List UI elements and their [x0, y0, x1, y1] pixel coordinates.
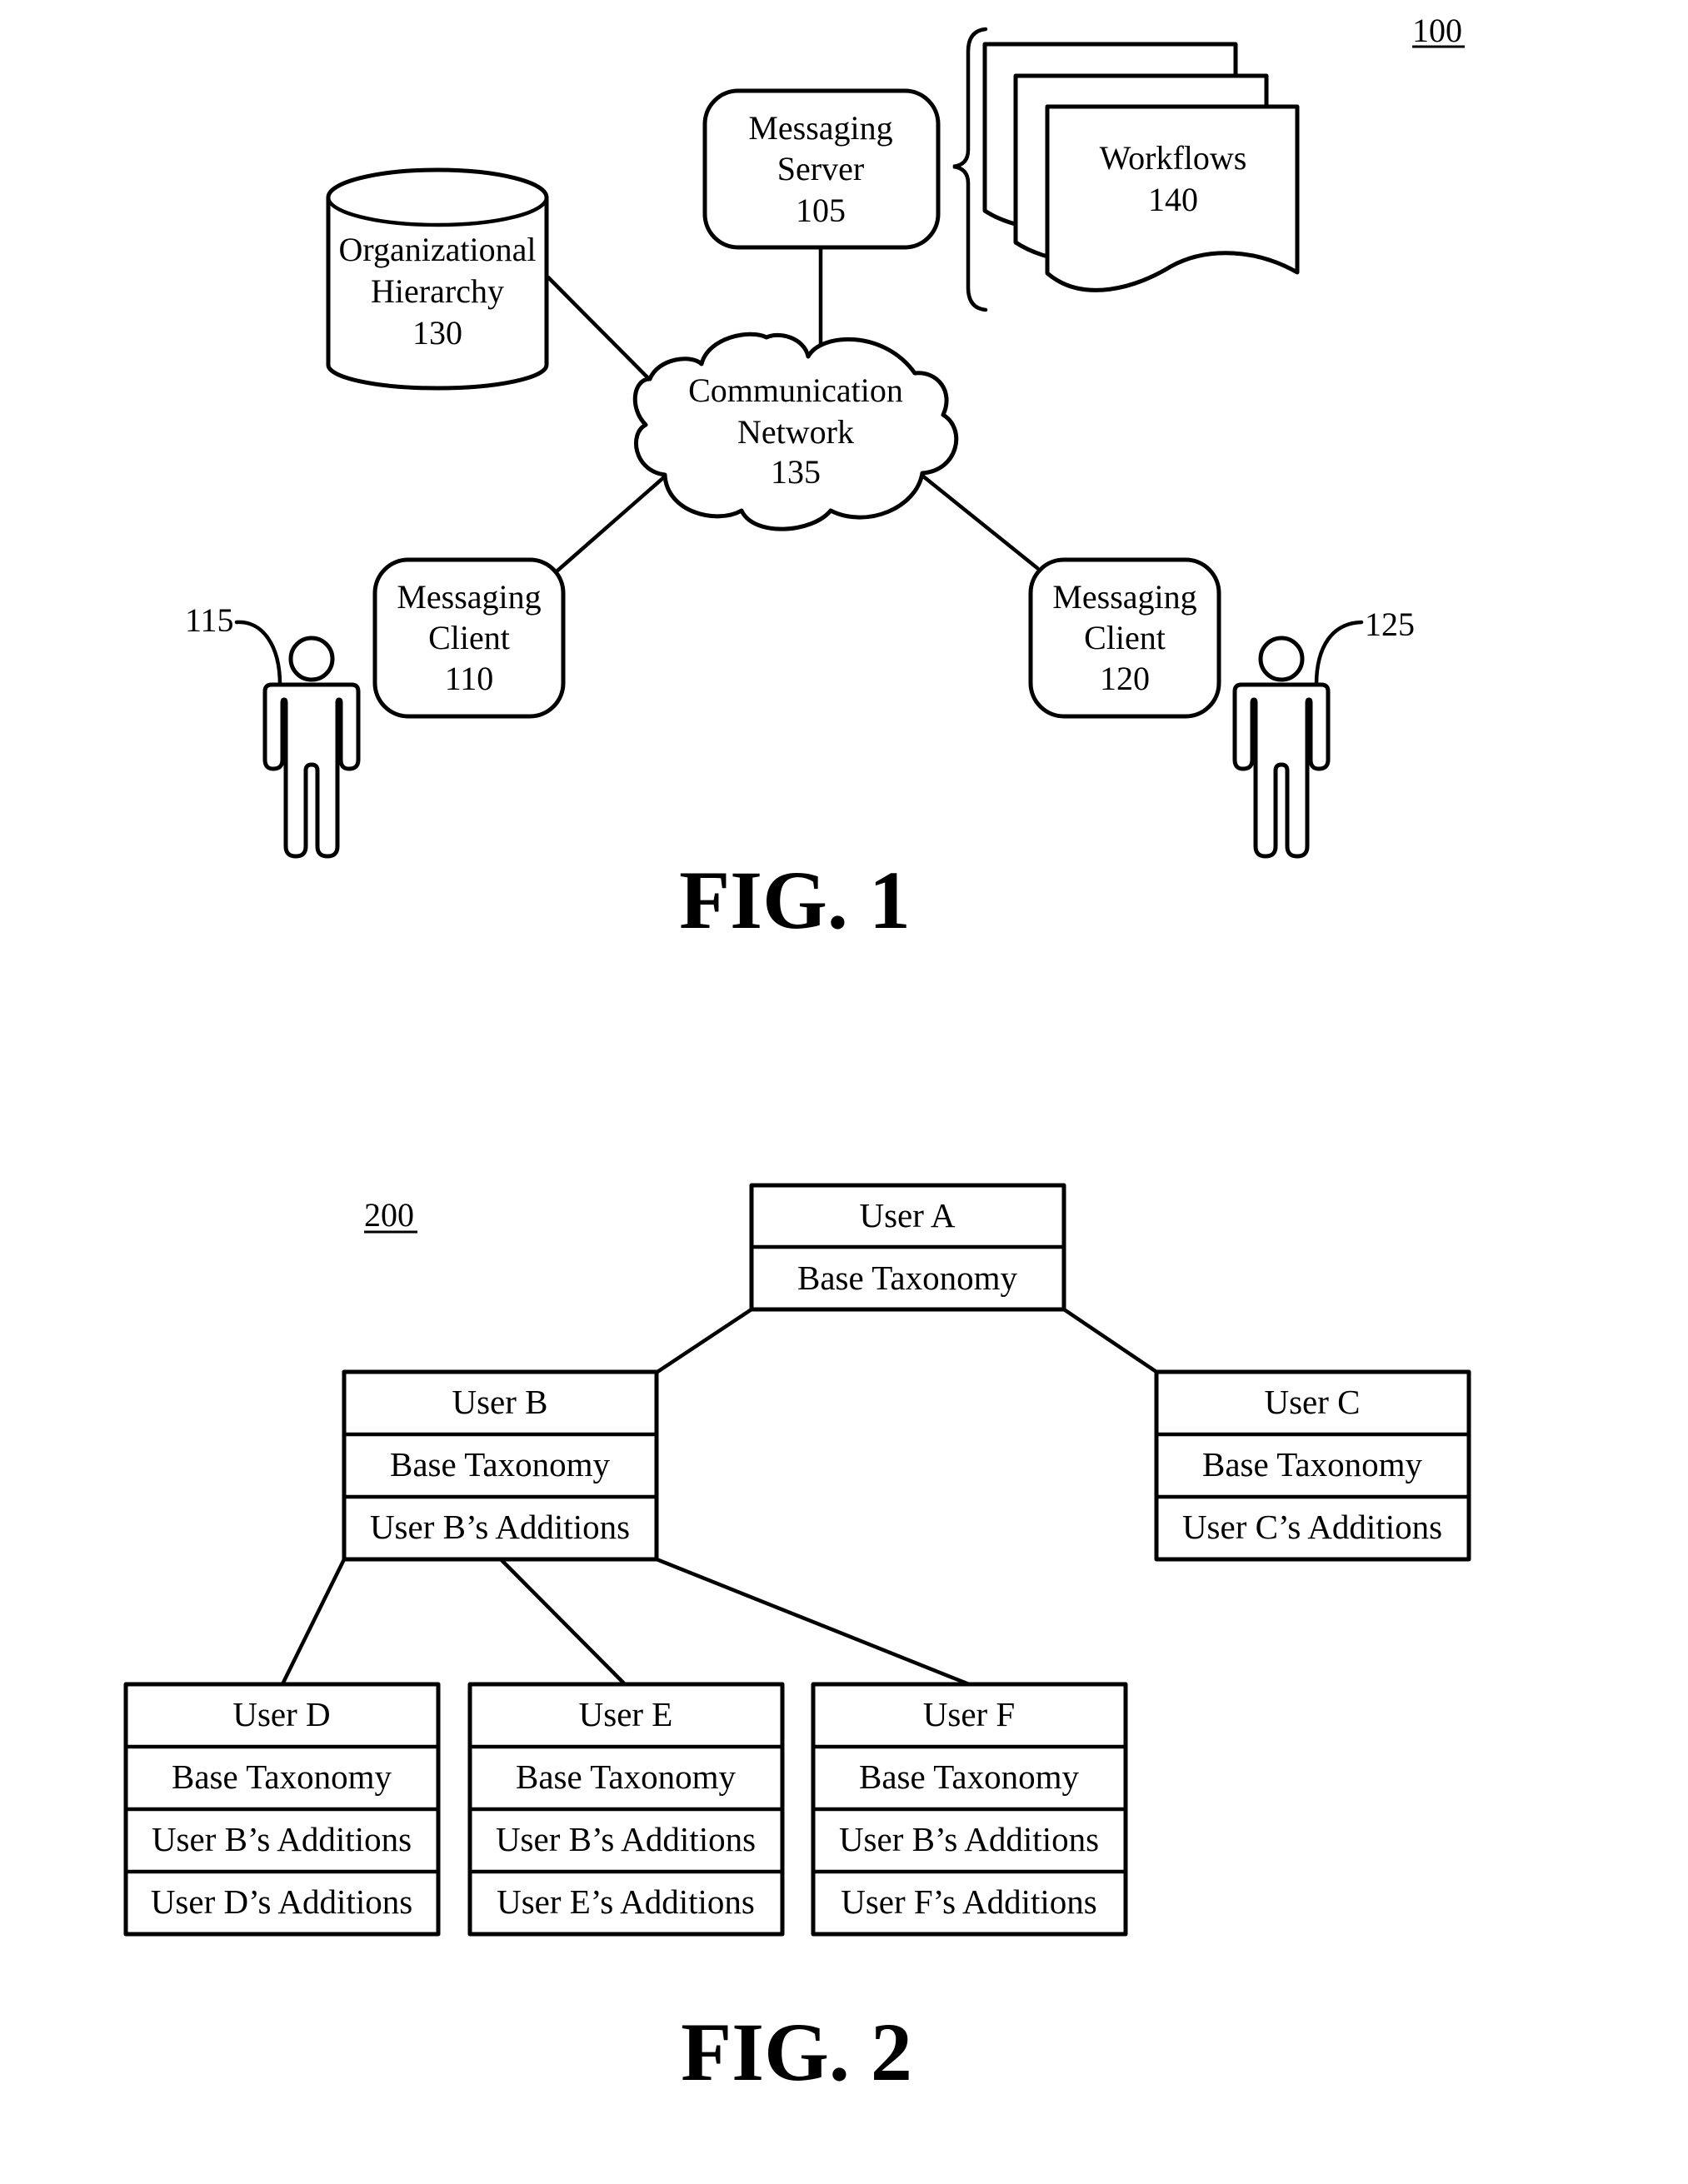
messaging-client-left-label-line-1: Messaging — [397, 578, 541, 616]
user-left-reference-label: 115 — [185, 601, 234, 639]
person-head-icon — [288, 636, 335, 682]
messaging-server-node[interactable]: Messaging Server 105 — [702, 88, 941, 250]
node-row: Base Taxonomy — [172, 1758, 392, 1796]
workflows-node[interactable]: Workflows 140 — [982, 42, 1300, 292]
organizational-hierarchy-label-line-1: Organizational — [339, 231, 537, 268]
messaging-client-left-label-line-2: Client — [428, 619, 510, 656]
edge-user-b-user-f — [654, 1557, 971, 1687]
brace-icon — [952, 27, 988, 312]
person-head-icon — [1258, 636, 1305, 682]
user-left-leader-line — [234, 620, 282, 687]
node-row: User E’s Additions — [497, 1882, 755, 1921]
edge-user-a-user-c — [1061, 1307, 1159, 1374]
figure-2: 200 User A Base Taxonomy User B Base Tax… — [123, 1183, 1471, 2098]
node-row: Base Taxonomy — [797, 1259, 1017, 1297]
messaging-server-label-line-2: Server — [777, 150, 864, 187]
communication-network-node[interactable]: Communication Network 135 — [632, 332, 959, 531]
figure-2-caption: FIG. 2 — [681, 2006, 912, 2098]
taxonomy-node-user-b[interactable]: User B Base Taxonomy User B’s Additions — [342, 1369, 659, 1562]
user-left[interactable]: 115 — [185, 601, 361, 859]
figure-2-reference-label: 200 — [364, 1196, 414, 1234]
connector-network-client-right — [920, 473, 1040, 571]
node-title: User D — [232, 1695, 330, 1733]
messaging-client-right-label-line-1: Messaging — [1052, 578, 1196, 616]
taxonomy-node-user-a[interactable]: User A Base Taxonomy — [749, 1183, 1066, 1312]
figure-1: 100 Messaging Server 105 Workflows 140 O… — [185, 12, 1465, 946]
taxonomy-node-user-c[interactable]: User C Base Taxonomy User C’s Additions — [1154, 1369, 1471, 1562]
node-row: User C’s Additions — [1182, 1508, 1442, 1546]
edge-user-b-user-e — [498, 1557, 627, 1687]
node-row: Base Taxonomy — [859, 1758, 1079, 1796]
edge-user-a-user-b — [655, 1307, 754, 1374]
communication-network-label-line-3: 135 — [771, 453, 821, 491]
organizational-hierarchy-label-line-2: Hierarchy — [371, 272, 504, 310]
user-right-reference-label: 125 — [1365, 606, 1415, 643]
node-row: User B’s Additions — [152, 1820, 412, 1858]
taxonomy-node-user-e[interactable]: User E Base Taxonomy User B’s Additions … — [467, 1682, 785, 1937]
node-title: User A — [859, 1196, 955, 1234]
user-right[interactable]: 125 — [1232, 606, 1415, 859]
organizational-hierarchy-node[interactable]: Organizational Hierarchy 130 — [326, 167, 549, 391]
messaging-client-right-label-line-2: Client — [1084, 619, 1166, 656]
node-row: User B’s Additions — [496, 1820, 756, 1858]
node-title: User F — [923, 1695, 1015, 1733]
node-row: User B’s Additions — [370, 1508, 630, 1546]
node-row: User D’s Additions — [151, 1882, 412, 1921]
node-title: User C — [1264, 1383, 1360, 1421]
messaging-client-right-node[interactable]: Messaging Client 120 — [1028, 557, 1221, 719]
node-row: Base Taxonomy — [516, 1758, 736, 1796]
figure-1-caption: FIG. 1 — [679, 854, 911, 946]
figure-1-reference-label: 100 — [1412, 12, 1462, 49]
connector-network-client-left — [554, 474, 667, 574]
person-icon[interactable] — [1232, 682, 1331, 859]
connector-hierarchy-network — [546, 275, 654, 384]
taxonomy-node-user-f[interactable]: User F Base Taxonomy User B’s Additions … — [811, 1682, 1128, 1937]
person-icon[interactable] — [262, 682, 361, 859]
patent-figures: 100 Messaging Server 105 Workflows 140 O… — [123, 12, 1471, 2098]
organizational-hierarchy-label-line-3: 130 — [412, 314, 462, 352]
messaging-server-label-line-1: Messaging — [748, 109, 892, 147]
edge-user-b-user-d — [280, 1557, 347, 1687]
node-row: Base Taxonomy — [1202, 1445, 1422, 1483]
communication-network-label-line-2: Network — [737, 413, 854, 451]
node-title: User E — [579, 1695, 673, 1733]
workflows-label-line-2: 140 — [1148, 181, 1198, 218]
messaging-client-left-node[interactable]: Messaging Client 110 — [372, 557, 566, 719]
messaging-client-right-label-line-3: 120 — [1100, 660, 1150, 697]
taxonomy-node-user-d[interactable]: User D Base Taxonomy User B’s Additions … — [123, 1682, 441, 1937]
node-row: User F’s Additions — [841, 1882, 1097, 1921]
communication-network-label-line-1: Communication — [688, 371, 903, 409]
workflows-label-line-1: Workflows — [1100, 139, 1247, 177]
node-row: User B’s Additions — [839, 1820, 1099, 1858]
messaging-client-left-label-line-3: 110 — [445, 660, 494, 697]
messaging-server-label-line-3: 105 — [796, 192, 846, 229]
user-right-leader-line — [1314, 620, 1364, 687]
node-title: User B — [452, 1383, 547, 1421]
node-row: Base Taxonomy — [390, 1445, 610, 1483]
